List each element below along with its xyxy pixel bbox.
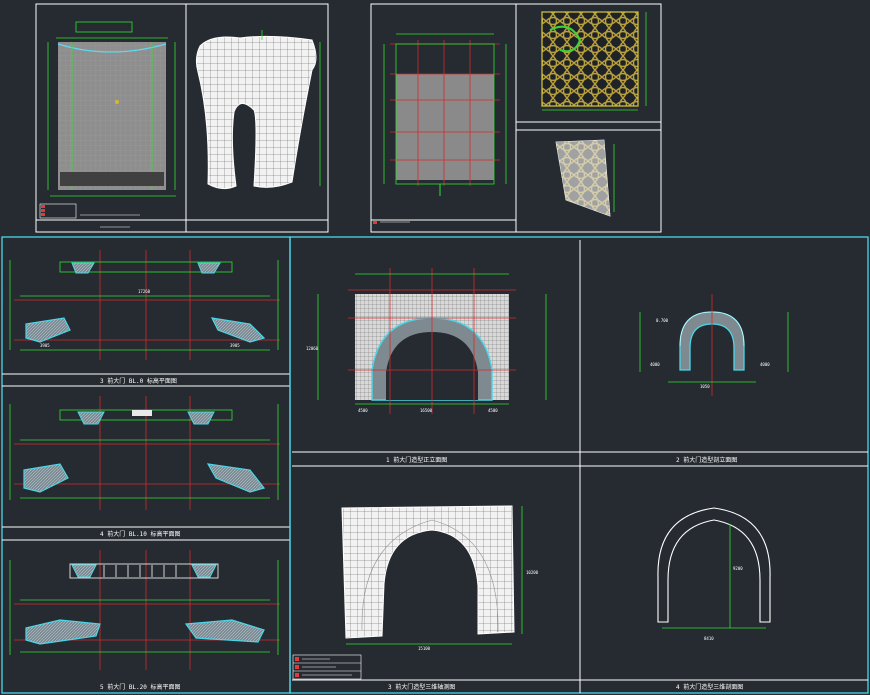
- plan-dim-left: 3905: [40, 343, 50, 348]
- plan-bl0-drawing: 17260 3905 3905: [9, 250, 280, 360]
- legend-block: [292, 654, 362, 680]
- caption-axon-front: 3 前大门造型三维轴测图: [388, 683, 455, 691]
- axon-dim-width: 15100: [418, 646, 431, 651]
- cad-drawing-canvas[interactable]: 17260 3905 3905 3 前大门 BL.0 标高平面图 4 前大门 B…: [0, 0, 870, 695]
- pattern-elevation-drawing: [47, 21, 176, 197]
- sheet-plans[interactable]: 17260 3905 3905 3 前大门 BL.0 标高平面图 4 前大门 B…: [1, 236, 291, 694]
- elev-dim-right: 4500: [488, 408, 498, 413]
- elev-dim-height: 12060: [306, 346, 319, 351]
- section-dim-top: 0.700: [656, 318, 669, 323]
- elev-dim-width: 16500: [420, 408, 433, 413]
- section-drawing: 1050 4000 4000 0.700: [639, 294, 789, 396]
- lattice-panel-drawing: [541, 11, 647, 111]
- caption-front-elevation: 1 前大门造型正立面图: [386, 456, 447, 464]
- plan-bl10-drawing: [9, 396, 280, 510]
- arch-dim-height: 9200: [733, 566, 743, 571]
- plan-dim-right: 3905: [230, 343, 240, 348]
- caption-plan-1: 3 前大门 BL.0 标高平面图: [100, 377, 177, 385]
- legend-block: [373, 221, 410, 224]
- caption-plan-3: 5 前大门 BL.20 标高平面图: [100, 683, 181, 691]
- section-dim-width: 1050: [700, 384, 710, 389]
- sheet-top-right[interactable]: [370, 3, 662, 233]
- caption-axon-section: 4 前大门造型三维剖面图: [676, 683, 743, 691]
- axon-front-drawing: 10200 15100: [341, 505, 539, 651]
- axon-dim-height: 10200: [526, 570, 539, 575]
- caption-plan-2: 4 前大门 BL.10 标高平面图: [100, 530, 181, 538]
- plan-grid-drawing: [383, 33, 507, 196]
- axon-section-drawing: 9200 8410: [657, 507, 771, 641]
- plan-dim-width: 17260: [138, 289, 151, 294]
- sheet-top-left[interactable]: [35, 3, 329, 233]
- lattice-3d-drawing: [555, 139, 615, 217]
- caption-section: 2 前大门造型剖立面图: [676, 456, 737, 464]
- arch-mesh-3d-drawing: [195, 30, 321, 190]
- front-elevation-drawing: 12060 16500 4500 4500: [306, 268, 547, 414]
- sheet-elevations[interactable]: 12060 16500 4500 4500 1 前大门造型正立面图 1050 4…: [289, 236, 869, 694]
- plan-bl20-drawing: [9, 550, 280, 670]
- section-dim-left: 4000: [650, 362, 660, 367]
- legend-block: [39, 203, 140, 219]
- section-dim-right: 4000: [760, 362, 770, 367]
- arch-dim-width: 8410: [704, 636, 714, 641]
- elev-dim-left: 4500: [358, 408, 368, 413]
